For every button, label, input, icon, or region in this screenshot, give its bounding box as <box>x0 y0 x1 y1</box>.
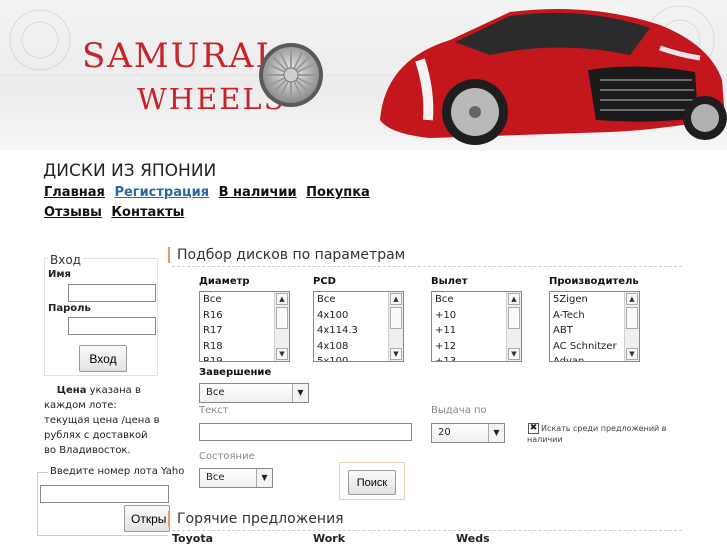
search-button-wrap: Поиск <box>339 462 405 500</box>
condition-label: Состояние <box>199 451 255 462</box>
scroll-down-icon[interactable]: ▼ <box>626 348 638 360</box>
search-button[interactable]: Поиск <box>348 470 396 495</box>
in-stock-checkbox-label: Искать среди предложений в наличии <box>527 424 667 444</box>
login-password-input[interactable] <box>68 317 156 335</box>
login-box: Вход Имя Пароль Вход <box>44 253 158 376</box>
site-title: ДИСКИ ИЗ ЯПОНИИ <box>43 161 217 181</box>
diameter-listbox[interactable]: Все R16 R17 R18 R19 ▲ ▼ <box>199 291 290 362</box>
scroll-thumb[interactable] <box>276 307 288 329</box>
price-note-bold: Цена <box>56 385 87 396</box>
scroll-thumb[interactable] <box>390 307 402 329</box>
output-select[interactable]: 20 ▼ <box>431 423 505 443</box>
text-label: Текст <box>199 405 229 416</box>
scroll-up-icon[interactable]: ▲ <box>390 293 402 305</box>
offset-label: Вылет <box>431 276 468 287</box>
login-name-input[interactable] <box>68 284 156 302</box>
text-search-input[interactable] <box>199 423 412 441</box>
nav-link-registration[interactable]: Регистрация <box>114 185 209 200</box>
wheel-logo-icon <box>259 43 323 107</box>
finish-select[interactable]: Все ▼ <box>199 383 309 403</box>
scroll-down-icon[interactable]: ▼ <box>390 348 402 360</box>
hot-brand-weds[interactable]: Weds <box>456 532 490 545</box>
lot-number-box: Введите номер лота Yaho Откры <box>37 466 187 536</box>
pcd-label: PCD <box>313 276 336 287</box>
listbox-scrollbar[interactable]: ▲ ▼ <box>624 292 639 361</box>
listbox-scrollbar[interactable]: ▲ ▼ <box>274 292 289 361</box>
maker-label: Производитель <box>549 276 639 287</box>
red-car-image <box>380 8 727 145</box>
lot-number-input[interactable] <box>40 485 169 503</box>
scroll-up-icon[interactable]: ▲ <box>276 293 288 305</box>
main-nav-row2: Отзывы Контакты <box>44 205 189 220</box>
scroll-down-icon[interactable]: ▼ <box>508 348 520 360</box>
offset-listbox[interactable]: Все +10 +11 +12 +13 ▲ ▼ <box>431 291 522 362</box>
output-label: Выдача по <box>431 405 487 416</box>
nav-link-reviews[interactable]: Отзывы <box>44 205 102 220</box>
filter-section-title: Подбор дисков по параметрам <box>168 247 405 263</box>
chevron-down-icon[interactable]: ▼ <box>488 424 504 442</box>
login-name-label: Имя <box>48 269 71 280</box>
login-title: Вход <box>48 253 83 267</box>
hot-offers-divider <box>172 530 682 531</box>
scroll-down-icon[interactable]: ▼ <box>276 348 288 360</box>
condition-select-value: Все <box>206 472 225 483</box>
hot-offers-title: Горячие предложения <box>168 511 344 527</box>
scroll-up-icon[interactable]: ▲ <box>508 293 520 305</box>
diameter-label: Диаметр <box>199 276 250 287</box>
condition-select[interactable]: Все ▼ <box>199 468 273 488</box>
scroll-up-icon[interactable]: ▲ <box>626 293 638 305</box>
login-password-label: Пароль <box>48 303 91 314</box>
main-nav-row1: Главная Регистрация В наличии Покупка <box>44 185 375 200</box>
finish-select-value: Все <box>206 387 225 398</box>
output-select-value: 20 <box>438 427 451 438</box>
listbox-scrollbar[interactable]: ▲ ▼ <box>506 292 521 361</box>
listbox-scrollbar[interactable]: ▲ ▼ <box>388 292 403 361</box>
lot-number-title: Введите номер лота Yaho <box>48 466 187 477</box>
login-button[interactable]: Вход <box>79 345 127 372</box>
maker-listbox[interactable]: 5Zigen A-Tech ABT AC Schnitzer Advan ▲ ▼ <box>549 291 640 362</box>
nav-link-in-stock[interactable]: В наличии <box>219 185 297 200</box>
chevron-down-icon[interactable]: ▼ <box>292 384 308 402</box>
nav-link-purchase[interactable]: Покупка <box>306 185 370 200</box>
nav-link-home[interactable]: Главная <box>44 185 105 200</box>
chevron-down-icon[interactable]: ▼ <box>256 469 272 487</box>
hot-brand-toyota[interactable]: Toyota <box>172 532 213 545</box>
scroll-thumb[interactable] <box>626 307 638 329</box>
nav-link-contacts[interactable]: Контакты <box>111 205 184 220</box>
filter-section-divider <box>172 266 682 267</box>
site-header: SAMURAI WHEELS <box>0 0 727 150</box>
scroll-thumb[interactable] <box>508 307 520 329</box>
hot-brand-work[interactable]: Work <box>313 532 345 545</box>
finish-label: Завершение <box>199 367 272 378</box>
pcd-listbox[interactable]: Все 4x100 4x114.3 4x108 5x100 ▲ ▼ <box>313 291 404 362</box>
lot-open-button[interactable]: Откры <box>124 505 170 532</box>
price-note: Цена указана в каждом лоте: текущая цена… <box>44 383 162 458</box>
brand-samurai: SAMURAI <box>82 36 271 76</box>
